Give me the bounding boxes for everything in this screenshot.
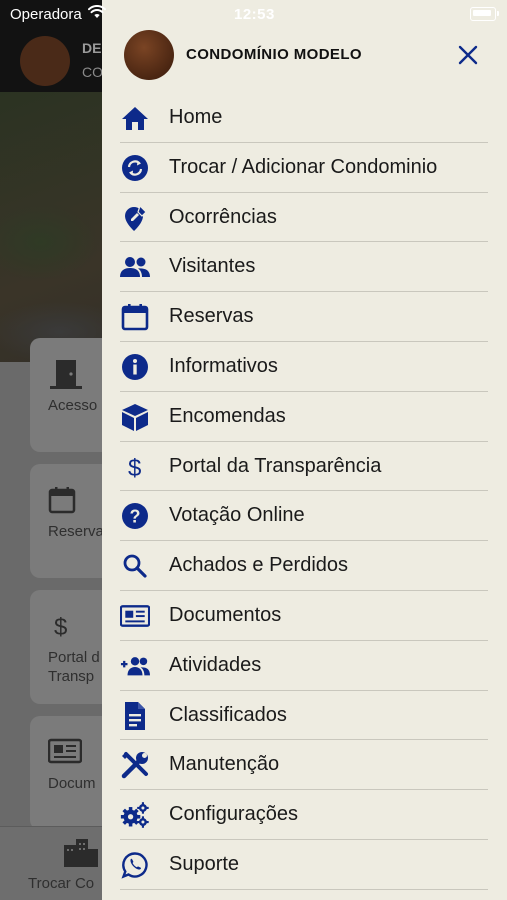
help-icon: ? [120, 502, 150, 530]
menu-item-label: Achados e Perdidos [169, 554, 349, 577]
menu-item-label: Portal da Transparência [169, 454, 382, 477]
home-icon [120, 104, 150, 132]
menu-item-reservas[interactable]: Reservas [120, 292, 488, 342]
menu-item-label: Informativos [169, 354, 278, 377]
menu-item-portal-transparencia[interactable]: $ Portal da Transparência [120, 442, 488, 492]
buildings-icon [62, 837, 100, 867]
menu-item-ocorrencias[interactable]: Ocorrências [120, 193, 488, 243]
menu-item-trocar-condominio[interactable]: Trocar / Adicionar Condominio [120, 143, 488, 193]
menu-item-label: Votação Online [169, 504, 305, 527]
drawer-title: CONDOMÍNIO MODELO [186, 46, 362, 63]
location-edit-icon [120, 204, 150, 232]
menu-item-label: Classificados [169, 703, 287, 726]
card-label: Reserva [48, 523, 104, 540]
background-avatar [20, 36, 70, 86]
background-condo-name: DE [82, 40, 102, 56]
menu-item-manutencao[interactable]: Manutenção [120, 740, 488, 791]
menu-item-label: Configurações [169, 803, 298, 826]
calendar-icon [48, 486, 76, 514]
menu-item-label: Visitantes [169, 255, 256, 278]
dollar-icon: $ [48, 612, 76, 640]
avatar [124, 30, 174, 80]
svg-text:$: $ [128, 455, 141, 481]
people-icon [120, 253, 150, 281]
info-icon [120, 353, 150, 381]
menu-item-classificados[interactable]: Classificados [120, 691, 488, 741]
carrier-label: Operadora [10, 6, 82, 23]
document-text-icon [120, 701, 150, 730]
bottom-tab-label: Trocar Co [28, 875, 95, 892]
gears-icon [120, 801, 150, 829]
menu-item-label: Manutenção [169, 753, 280, 776]
card-label: Portal d Transp [48, 649, 100, 685]
menu-item-home[interactable]: Home [120, 93, 488, 143]
status-time: 12:53 [234, 6, 275, 23]
newspaper-icon [120, 602, 150, 630]
menu-item-label: Trocar / Adicionar Condominio [169, 155, 438, 178]
menu-item-label: Encomendas [169, 404, 286, 427]
menu-item-documentos[interactable]: Documentos [120, 591, 488, 641]
menu-item-label: Documentos [169, 603, 282, 626]
menu-item-label: Ocorrências [169, 205, 277, 228]
background-condo-sub: CO [82, 64, 103, 80]
tools-icon [120, 751, 150, 779]
card-label: Acesso [48, 397, 98, 414]
svg-text:$: $ [54, 614, 67, 640]
menu-item-informativos[interactable]: Informativos [120, 342, 488, 392]
document-icon [48, 738, 82, 766]
drawer-menu: Home Trocar / Adicionar Condominio Ocorr… [120, 93, 488, 890]
swap-icon [120, 154, 150, 182]
menu-item-achados-perdidos[interactable]: Achados e Perdidos [120, 541, 488, 591]
close-icon [456, 43, 480, 67]
door-icon [48, 360, 82, 389]
menu-item-atividades[interactable]: Atividades [120, 641, 488, 691]
search-icon [120, 552, 150, 580]
card-label: Docum [48, 775, 96, 792]
menu-item-label: Home [169, 106, 223, 128]
calendar-icon [120, 303, 150, 331]
svg-text:?: ? [130, 507, 141, 527]
wifi-icon [88, 5, 106, 19]
whatsapp-icon [120, 851, 150, 879]
status-bar: Operadora 12:53 [0, 0, 507, 30]
group-add-icon [120, 652, 150, 680]
menu-item-visitantes[interactable]: Visitantes [120, 242, 488, 293]
menu-item-suporte[interactable]: Suporte [120, 840, 488, 890]
close-button[interactable] [456, 43, 480, 67]
navigation-drawer: CONDOMÍNIO MODELO Home Trocar / Adiciona… [102, 0, 507, 900]
dollar-icon: $ [120, 453, 150, 481]
menu-item-configuracoes[interactable]: Configurações [120, 790, 488, 840]
menu-item-label: Suporte [169, 852, 240, 875]
menu-item-label: Reservas [169, 305, 254, 328]
battery-icon [470, 7, 499, 21]
menu-item-label: Atividades [169, 653, 262, 676]
menu-item-votacao-online[interactable]: ? Votação Online [120, 491, 488, 542]
menu-item-encomendas[interactable]: Encomendas [120, 392, 488, 442]
package-icon [120, 403, 150, 431]
